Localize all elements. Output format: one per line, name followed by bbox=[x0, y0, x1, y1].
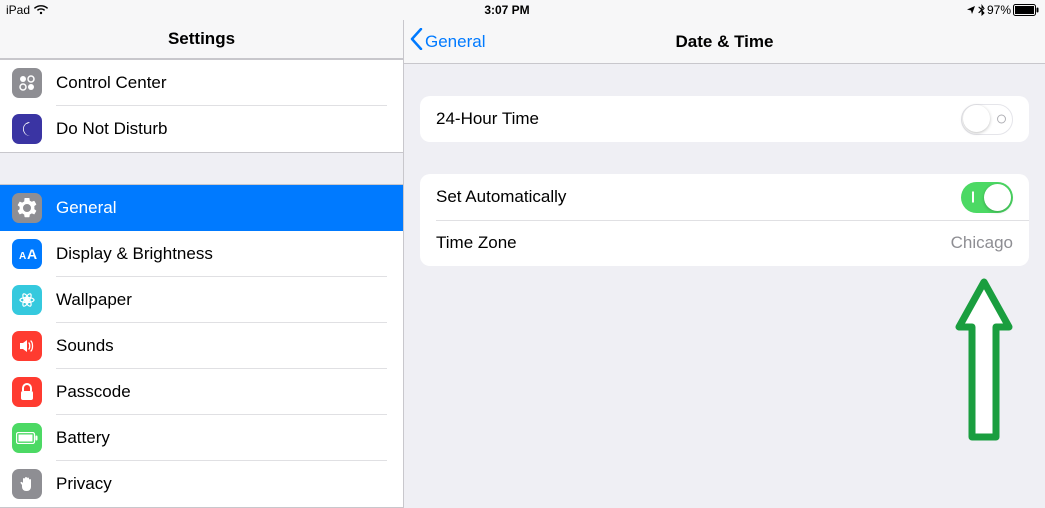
control-center-icon bbox=[12, 68, 42, 98]
speaker-icon bbox=[12, 331, 42, 361]
sidebar-title: Settings bbox=[168, 29, 235, 49]
sidebar-item-label: Passcode bbox=[56, 382, 131, 402]
sidebar-group-1: Control Center Do Not Disturb bbox=[0, 59, 403, 153]
section-24hour: 24-Hour Time bbox=[420, 96, 1029, 142]
lock-icon bbox=[12, 377, 42, 407]
sidebar-item-label: Wallpaper bbox=[56, 290, 132, 310]
svg-text:A: A bbox=[27, 246, 37, 262]
row-label: 24-Hour Time bbox=[436, 109, 961, 129]
text-size-icon: AA bbox=[12, 239, 42, 269]
row-timezone[interactable]: Time Zone Chicago bbox=[420, 220, 1029, 266]
sidebar-item-privacy[interactable]: Privacy bbox=[0, 461, 403, 507]
sidebar-item-label: Do Not Disturb bbox=[56, 119, 167, 139]
back-button[interactable]: General bbox=[404, 28, 485, 55]
wifi-icon bbox=[34, 5, 48, 15]
sidebar-item-label: Sounds bbox=[56, 336, 114, 356]
battery-icon bbox=[12, 423, 42, 453]
sidebar-item-label: General bbox=[56, 198, 116, 218]
flower-icon bbox=[12, 285, 42, 315]
hand-icon bbox=[12, 469, 42, 499]
page-title: Date & Time bbox=[404, 32, 1045, 52]
moon-icon bbox=[12, 114, 42, 144]
annotation-arrow bbox=[949, 272, 1019, 452]
sidebar-item-label: Privacy bbox=[56, 474, 112, 494]
toggle-24hour[interactable] bbox=[961, 104, 1013, 135]
row-24hour[interactable]: 24-Hour Time bbox=[420, 96, 1029, 142]
settings-sidebar: Settings Control Center Do Not Disturb Ge… bbox=[0, 20, 404, 508]
sidebar-item-passcode[interactable]: Passcode bbox=[0, 369, 403, 415]
battery-percentage: 97% bbox=[987, 3, 1011, 17]
section-auto-tz: Set Automatically Time Zone Chicago bbox=[420, 174, 1029, 266]
svg-text:A: A bbox=[19, 251, 26, 262]
timezone-value: Chicago bbox=[951, 233, 1013, 253]
sidebar-item-general[interactable]: General bbox=[0, 185, 403, 231]
chevron-left-icon bbox=[410, 28, 423, 55]
sidebar-item-sounds[interactable]: Sounds bbox=[0, 323, 403, 369]
sidebar-item-control-center[interactable]: Control Center bbox=[0, 60, 403, 106]
location-icon bbox=[966, 5, 976, 15]
battery-icon bbox=[1013, 4, 1039, 16]
status-bar: iPad 3:07 PM 97% bbox=[0, 0, 1045, 20]
row-label: Time Zone bbox=[436, 233, 951, 253]
sidebar-item-label: Control Center bbox=[56, 73, 167, 93]
sidebar-item-label: Display & Brightness bbox=[56, 244, 213, 264]
sidebar-header: Settings bbox=[0, 20, 403, 59]
device-name: iPad bbox=[6, 3, 30, 17]
bluetooth-icon bbox=[978, 4, 985, 16]
sidebar-item-wallpaper[interactable]: Wallpaper bbox=[0, 277, 403, 323]
sidebar-item-label: Battery bbox=[56, 428, 110, 448]
toggle-set-automatically[interactable] bbox=[961, 182, 1013, 213]
sidebar-group-2: General AA Display & Brightness Wallpaper So… bbox=[0, 184, 403, 508]
status-time: 3:07 PM bbox=[48, 3, 966, 17]
sidebar-item-battery[interactable]: Battery bbox=[0, 415, 403, 461]
gear-icon bbox=[12, 193, 42, 223]
row-set-automatically[interactable]: Set Automatically bbox=[420, 174, 1029, 220]
sidebar-item-dnd[interactable]: Do Not Disturb bbox=[0, 106, 403, 152]
detail-pane: General Date & Time 24-Hour Time Set Aut… bbox=[404, 20, 1045, 508]
sidebar-item-display[interactable]: AA Display & Brightness bbox=[0, 231, 403, 277]
row-label: Set Automatically bbox=[436, 187, 961, 207]
back-label: General bbox=[425, 32, 485, 52]
detail-header: General Date & Time bbox=[404, 20, 1045, 64]
